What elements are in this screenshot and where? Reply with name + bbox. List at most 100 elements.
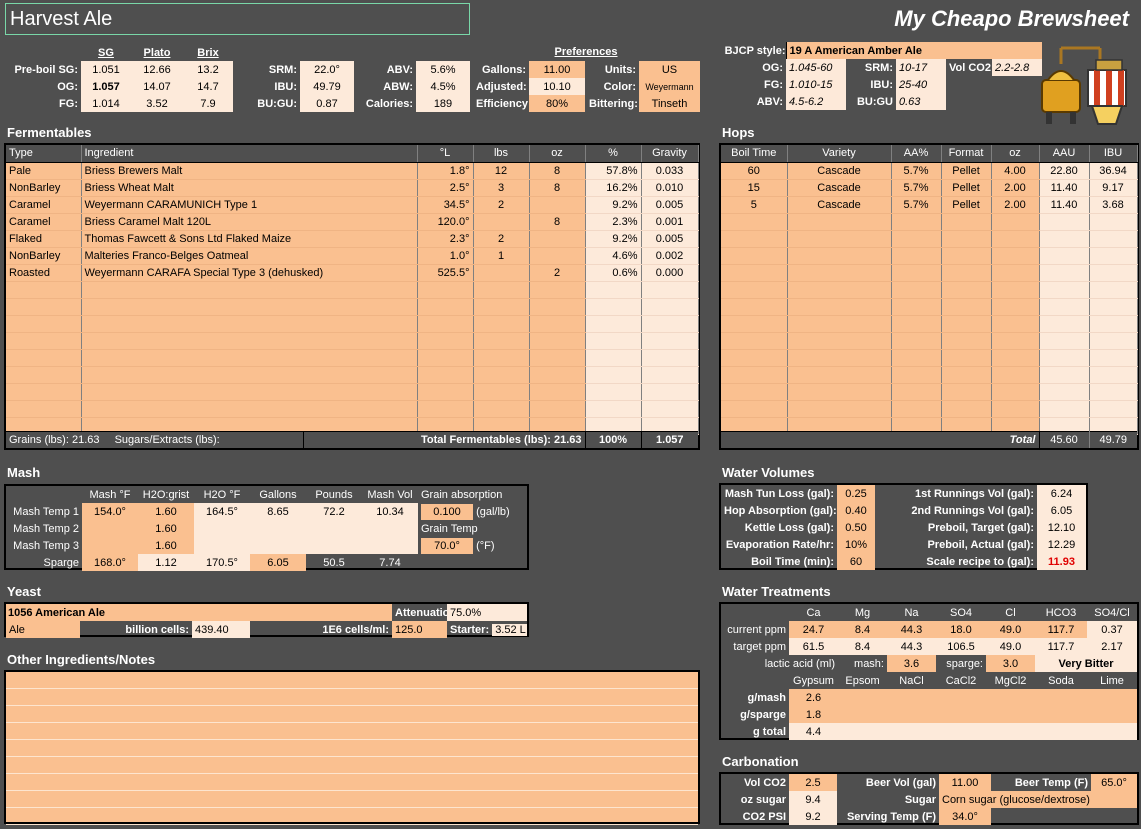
hop-aa[interactable] [891, 230, 942, 248]
fermentable-lbs[interactable] [473, 281, 530, 299]
sparge-temp[interactable]: 168.0° [82, 554, 138, 571]
fermentable-type[interactable] [6, 315, 82, 333]
notes-line[interactable] [6, 808, 698, 825]
hop-aa[interactable] [891, 332, 942, 350]
sparge-gallons[interactable]: 6.05 [250, 554, 306, 571]
hop-format[interactable] [941, 213, 992, 231]
hop-variety[interactable] [787, 213, 892, 231]
fermentable-type[interactable] [6, 298, 82, 316]
hop-boil-time[interactable] [721, 281, 788, 299]
fermentable-type[interactable] [6, 366, 82, 384]
hop-oz[interactable] [991, 281, 1040, 299]
fermentable-ingredient[interactable]: Malteries Franco-Belges Oatmeal [81, 247, 418, 265]
fermentable-lovibond[interactable] [417, 366, 474, 384]
fermentable-lovibond[interactable] [417, 400, 474, 418]
hop-boil-time[interactable] [721, 247, 788, 265]
hop-boil-time[interactable]: 60 [721, 162, 788, 180]
mash-step-3-temp[interactable] [82, 537, 138, 554]
fermentable-lbs[interactable] [473, 315, 530, 333]
hop-boil-time[interactable] [721, 383, 788, 401]
fermentable-type[interactable] [6, 400, 82, 418]
hop-format[interactable] [941, 400, 992, 418]
hop-oz[interactable] [991, 349, 1040, 367]
fermentable-type[interactable]: Caramel [6, 213, 82, 231]
salt-amount[interactable] [986, 706, 1035, 723]
fermentable-lovibond[interactable] [417, 332, 474, 350]
fermentable-lovibond[interactable] [417, 349, 474, 367]
fermentable-lovibond[interactable]: 2.5° [417, 179, 474, 197]
fermentable-type[interactable]: NonBarley [6, 247, 82, 265]
lactic-mash-input[interactable]: 3.6 [887, 655, 936, 672]
hop-boil-time[interactable] [721, 366, 788, 384]
hop-variety[interactable] [787, 298, 892, 316]
salt-amount[interactable] [1035, 689, 1087, 706]
salt-amount[interactable] [936, 706, 986, 723]
fermentable-oz[interactable] [529, 349, 586, 367]
hop-boil-time[interactable] [721, 264, 788, 282]
water-volume-right-value[interactable]: 11.93 [1037, 553, 1086, 570]
bittering-select[interactable]: Tinseth [639, 95, 700, 112]
fermentable-ingredient[interactable] [81, 298, 418, 316]
fermentable-oz[interactable] [529, 230, 586, 248]
fermentable-lovibond[interactable] [417, 281, 474, 299]
fermentable-lovibond[interactable] [417, 315, 474, 333]
fermentable-oz[interactable] [529, 247, 586, 265]
fermentable-type[interactable]: Caramel [6, 196, 82, 214]
fermentable-lbs[interactable] [473, 332, 530, 350]
fermentable-lbs[interactable]: 2 [473, 230, 530, 248]
salt-amount[interactable] [887, 689, 936, 706]
notes-line[interactable] [6, 723, 698, 740]
hop-format[interactable]: Pellet [941, 162, 992, 180]
fermentable-lovibond[interactable]: 1.8° [417, 162, 474, 180]
hop-aa[interactable]: 5.7% [891, 179, 942, 197]
water-volume-left-input[interactable]: 0.50 [837, 519, 875, 536]
hop-variety[interactable] [787, 366, 892, 384]
fermentable-lbs[interactable] [473, 366, 530, 384]
hop-variety[interactable] [787, 332, 892, 350]
fermentable-lovibond[interactable]: 1.0° [417, 247, 474, 265]
hop-boil-time[interactable] [721, 400, 788, 418]
hop-oz[interactable] [991, 230, 1040, 248]
current-na[interactable]: 44.3 [887, 621, 936, 638]
salt-amount[interactable]: 1.8 [789, 706, 838, 723]
hop-format[interactable] [941, 281, 992, 299]
notes-textarea[interactable] [4, 670, 700, 825]
fermentable-type[interactable] [6, 349, 82, 367]
fermentable-lbs[interactable] [473, 349, 530, 367]
hop-oz[interactable] [991, 315, 1040, 333]
hop-format[interactable] [941, 264, 992, 282]
fermentable-oz[interactable] [529, 332, 586, 350]
notes-line[interactable] [6, 740, 698, 757]
lactic-sparge-input[interactable]: 3.0 [986, 655, 1035, 672]
fermentable-type[interactable] [6, 281, 82, 299]
hop-oz[interactable] [991, 264, 1040, 282]
salt-amount[interactable] [1087, 689, 1137, 706]
fermentable-type[interactable] [6, 332, 82, 350]
hop-aa[interactable] [891, 400, 942, 418]
hop-variety[interactable] [787, 383, 892, 401]
notes-line[interactable] [6, 757, 698, 774]
notes-line[interactable] [6, 672, 698, 689]
notes-line[interactable] [6, 689, 698, 706]
fermentable-lbs[interactable]: 1 [473, 247, 530, 265]
hop-boil-time[interactable] [721, 298, 788, 316]
mash-step-2-temp[interactable] [82, 520, 138, 537]
fermentable-ingredient[interactable] [81, 366, 418, 384]
fermentable-lovibond[interactable] [417, 298, 474, 316]
fermentable-oz[interactable] [529, 196, 586, 214]
hop-aa[interactable] [891, 281, 942, 299]
hop-format[interactable]: Pellet [941, 179, 992, 197]
fermentable-lbs[interactable]: 2 [473, 196, 530, 214]
hop-aa[interactable] [891, 366, 942, 384]
fermentable-lovibond[interactable] [417, 383, 474, 401]
hop-variety[interactable]: Cascade [787, 179, 892, 197]
salt-amount[interactable] [936, 689, 986, 706]
fermentable-ingredient[interactable]: Weyermann CARAFA Special Type 3 (dehuske… [81, 264, 418, 282]
salt-amount[interactable] [986, 689, 1035, 706]
fermentable-oz[interactable] [529, 400, 586, 418]
grain-temp-input[interactable]: 70.0° [421, 537, 473, 554]
water-volume-left-input[interactable]: 0.40 [837, 502, 875, 519]
hop-format[interactable] [941, 349, 992, 367]
fermentable-ingredient[interactable]: Briess Brewers Malt [81, 162, 418, 180]
fermentable-lbs[interactable]: 3 [473, 179, 530, 197]
